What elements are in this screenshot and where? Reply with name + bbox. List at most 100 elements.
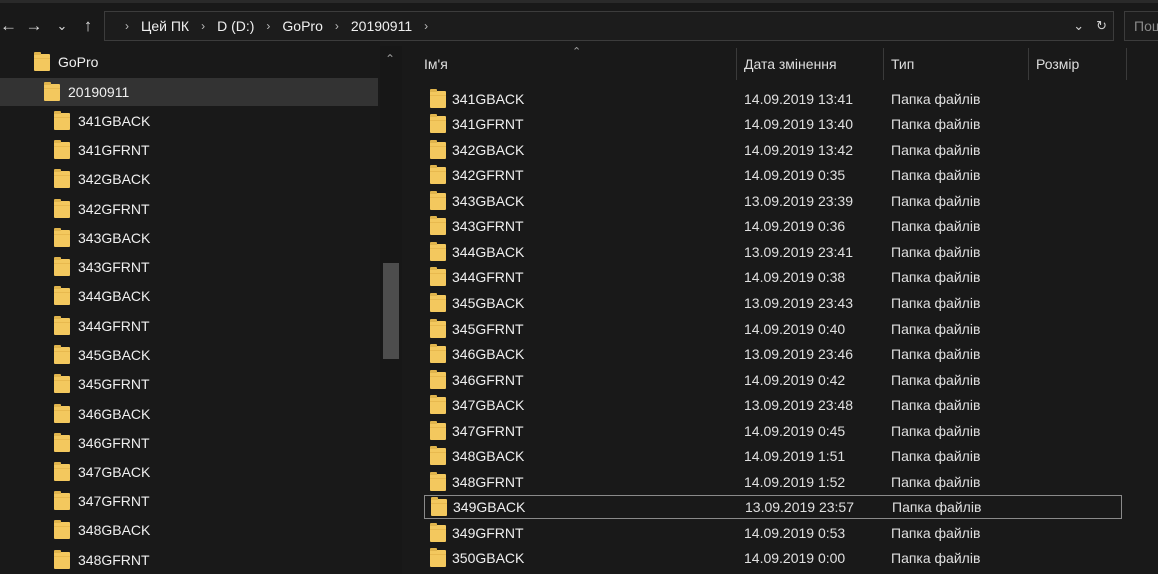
breadcrumb-separator-icon[interactable]: › <box>329 12 345 40</box>
recent-locations-chevron-icon[interactable]: ⌄ <box>54 14 70 38</box>
tree-item[interactable]: 347GFRNT <box>54 489 150 513</box>
tree-item[interactable]: GoPro <box>34 50 98 74</box>
folder-icon <box>54 198 70 218</box>
tree-item[interactable]: 20190911 <box>44 80 129 104</box>
file-date: 13.09.2019 23:48 <box>744 397 853 413</box>
refresh-icon[interactable]: ↻ <box>1096 18 1107 34</box>
column-divider[interactable] <box>736 48 737 80</box>
file-type: Папка файлів <box>891 116 981 132</box>
file-row[interactable]: 343GFRNT 14.09.2019 0:36 Папка файлів <box>424 214 1122 238</box>
breadcrumb-item[interactable]: 20190911 <box>345 12 418 40</box>
tree-item-label: 344GFRNT <box>78 318 150 334</box>
tree-item[interactable]: 348GBACK <box>54 518 150 542</box>
file-row[interactable]: 349GFRNT 14.09.2019 0:53 Папка файлів <box>424 521 1122 545</box>
file-row[interactable]: 343GBACK 13.09.2019 23:39 Папка файлів <box>424 189 1122 213</box>
file-date: 14.09.2019 13:42 <box>744 142 853 158</box>
folder-icon <box>54 285 70 305</box>
file-name: 346GBACK <box>452 346 525 362</box>
scrollbar-thumb[interactable] <box>383 263 399 359</box>
tree-item[interactable]: 347GBACK <box>54 460 150 484</box>
column-divider[interactable] <box>883 48 884 80</box>
file-date: 14.09.2019 0:00 <box>744 550 846 566</box>
file-row[interactable]: 350GBACK 14.09.2019 0:00 Папка файлів <box>424 546 1122 570</box>
navigation-pane: GoPro 20190911 341GBACK 341GFRNT 342GBAC… <box>0 46 402 574</box>
address-bar[interactable]: › Цей ПК › D (D:) › GoPro › 20190911 › ⌄… <box>104 11 1114 41</box>
title-strip <box>0 0 1158 3</box>
folder-icon <box>54 432 70 452</box>
breadcrumb-separator-icon[interactable]: › <box>260 12 276 40</box>
file-row[interactable]: 348GBACK 14.09.2019 1:51 Папка файлів <box>424 444 1122 468</box>
tree-item-label: 341GFRNT <box>78 142 150 158</box>
file-type: Папка файлів <box>891 346 981 362</box>
file-row[interactable]: 345GBACK 13.09.2019 23:43 Папка файлів <box>424 291 1122 315</box>
column-header-name[interactable]: Ім'я <box>424 46 448 82</box>
tree-item[interactable]: 341GBACK <box>54 109 150 133</box>
search-input[interactable]: Пош <box>1124 11 1158 41</box>
file-row-focused[interactable]: 349GBACK 13.09.2019 23:57 Папка файлів <box>424 495 1122 519</box>
file-date: 13.09.2019 23:57 <box>745 499 854 515</box>
breadcrumb-item[interactable]: Цей ПК <box>135 12 195 40</box>
up-button[interactable]: ↑ <box>78 14 98 38</box>
file-date: 14.09.2019 1:51 <box>744 448 846 464</box>
tree-item-label: 347GBACK <box>78 464 151 480</box>
file-row[interactable]: 346GFRNT 14.09.2019 0:42 Папка файлів <box>424 368 1122 392</box>
back-button[interactable]: ← <box>0 14 17 38</box>
tree-item[interactable]: 345GBACK <box>54 343 150 367</box>
file-row[interactable]: 347GBACK 13.09.2019 23:48 Папка файлів <box>424 393 1122 417</box>
folder-icon <box>54 490 70 510</box>
tree-item[interactable]: 342GFRNT <box>54 197 150 221</box>
folder-icon <box>54 227 70 247</box>
tree-item[interactable]: 344GFRNT <box>54 314 150 338</box>
tree-item[interactable]: 345GFRNT <box>54 372 150 396</box>
file-name: 345GBACK <box>452 295 525 311</box>
file-type: Папка файлів <box>891 550 981 566</box>
address-actions: ⌄ ↻ <box>1073 12 1107 40</box>
file-row[interactable]: 344GFRNT 14.09.2019 0:38 Папка файлів <box>424 265 1122 289</box>
file-date: 14.09.2019 1:52 <box>744 474 846 490</box>
folder-icon <box>54 403 70 423</box>
navpane-scrollbar[interactable]: ⌃ <box>380 46 402 574</box>
breadcrumb-root-chevron-icon[interactable]: › <box>119 12 135 40</box>
folder-icon <box>54 315 70 335</box>
file-row[interactable]: 341GFRNT 14.09.2019 13:40 Папка файлів <box>424 112 1122 136</box>
folder-icon <box>430 164 446 184</box>
tree-item-label: 343GFRNT <box>78 259 150 275</box>
breadcrumb-item[interactable]: D (D:) <box>211 12 260 40</box>
tree-item[interactable]: 346GFRNT <box>54 431 150 455</box>
file-row[interactable]: 348GFRNT 14.09.2019 1:52 Папка файлів <box>424 470 1122 494</box>
tree-item[interactable]: 341GFRNT <box>54 138 150 162</box>
address-dropdown-chevron-icon[interactable]: ⌄ <box>1073 18 1084 34</box>
forward-button[interactable]: → <box>24 14 44 38</box>
file-row[interactable]: 341GBACK 14.09.2019 13:41 Папка файлів <box>424 87 1122 111</box>
tree-item[interactable]: 344GBACK <box>54 284 150 308</box>
tree-item[interactable]: 346GBACK <box>54 402 150 426</box>
file-row[interactable]: 347GFRNT 14.09.2019 0:45 Папка файлів <box>424 419 1122 443</box>
folder-icon <box>54 519 70 539</box>
tree-item[interactable]: 348GFRNT <box>54 548 150 572</box>
tree-item-label: 346GBACK <box>78 406 151 422</box>
file-date: 14.09.2019 0:38 <box>744 269 846 285</box>
column-header-type[interactable]: Тип <box>891 46 914 82</box>
tree-item-label: 348GFRNT <box>78 552 150 568</box>
file-row[interactable]: 342GFRNT 14.09.2019 0:35 Папка файлів <box>424 163 1122 187</box>
breadcrumb-separator-icon[interactable]: › <box>418 12 434 40</box>
folder-icon <box>430 420 446 440</box>
column-header-size[interactable]: Розмір <box>1036 46 1079 82</box>
folder-icon <box>34 51 50 71</box>
breadcrumb-item[interactable]: GoPro <box>276 12 328 40</box>
file-row[interactable]: 342GBACK 14.09.2019 13:42 Папка файлів <box>424 138 1122 162</box>
column-divider[interactable] <box>1028 48 1029 80</box>
column-header-date[interactable]: Дата змінення <box>744 46 837 82</box>
breadcrumb-separator-icon[interactable]: › <box>195 12 211 40</box>
column-divider[interactable] <box>1126 48 1127 80</box>
tree-item[interactable]: 342GBACK <box>54 167 150 191</box>
file-row[interactable]: 345GFRNT 14.09.2019 0:40 Папка файлів <box>424 317 1122 341</box>
tree-item[interactable]: 343GBACK <box>54 226 150 250</box>
file-row[interactable]: 344GBACK 13.09.2019 23:41 Папка файлів <box>424 240 1122 264</box>
tree-item-label: 345GBACK <box>78 347 151 363</box>
scroll-up-arrow-icon[interactable]: ⌃ <box>385 52 395 66</box>
tree-item[interactable]: 343GFRNT <box>54 255 150 279</box>
file-type: Папка файлів <box>891 218 981 234</box>
file-row[interactable]: 346GBACK 13.09.2019 23:46 Папка файлів <box>424 342 1122 366</box>
tree-item-label: 344GBACK <box>78 288 151 304</box>
